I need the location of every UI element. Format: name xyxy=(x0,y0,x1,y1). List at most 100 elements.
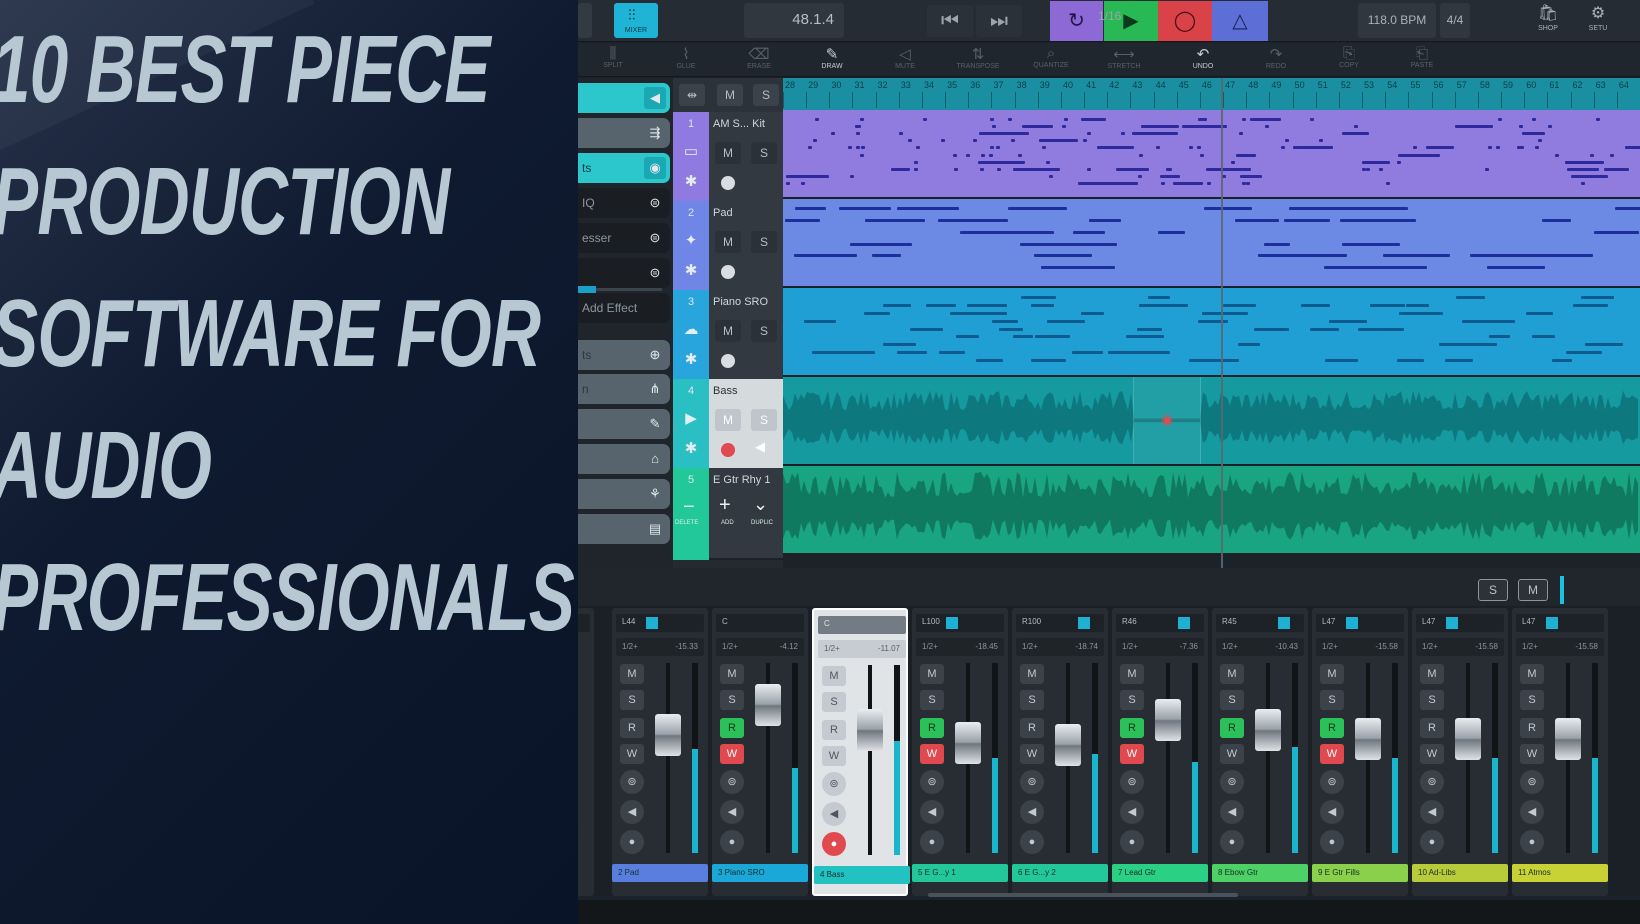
record-arm-icon[interactable]: ● xyxy=(920,830,944,854)
channel-name[interactable]: 2 Pad xyxy=(612,864,708,882)
mixer-solo-button[interactable]: S xyxy=(1478,579,1508,601)
inspector-item[interactable]: ⌂ xyxy=(578,444,670,474)
inspector-item[interactable]: ts ◉ xyxy=(578,153,670,183)
mute-button[interactable]: M xyxy=(715,320,741,342)
strip-mute-button[interactable]: M xyxy=(1420,664,1444,684)
write-automation-button[interactable]: W xyxy=(1220,744,1244,764)
channel-name[interactable]: 10 Ad-Libs xyxy=(1412,864,1508,882)
strip-mute-button[interactable]: M xyxy=(920,664,944,684)
read-automation-button[interactable]: R xyxy=(720,718,744,738)
monitor-icon[interactable]: ⊚ xyxy=(920,770,944,794)
track-lane[interactable] xyxy=(783,199,1640,288)
pan-control[interactable]: L100 xyxy=(916,614,1004,632)
solo-button[interactable]: S xyxy=(751,409,777,431)
volume-fader[interactable] xyxy=(1455,718,1481,760)
tool-paste[interactable]: ⎗ PASTE xyxy=(1397,45,1447,69)
forward-button[interactable]: ⏭ xyxy=(976,5,1022,37)
mixer-button[interactable]: ⫶⫶ MIXER xyxy=(614,3,658,38)
browse-button[interactable] xyxy=(578,3,592,38)
mute-button[interactable]: M xyxy=(715,231,741,253)
inspector-icon[interactable]: ⊜ xyxy=(644,227,666,249)
tempo-display[interactable]: 118.0 BPM xyxy=(1358,3,1436,38)
loop-button[interactable]: ↻ xyxy=(1050,1,1103,41)
record-button[interactable]: ◯ xyxy=(1158,1,1212,41)
write-automation-button[interactable]: W xyxy=(720,744,744,764)
strip-mute-button[interactable]: M xyxy=(1020,664,1044,684)
volume-fader[interactable] xyxy=(1055,723,1081,766)
monitor-icon[interactable]: ⊚ xyxy=(1120,770,1144,794)
tool-transpose[interactable]: ⇅ TRANSPOSE xyxy=(953,45,1003,70)
read-automation-button[interactable]: R xyxy=(1120,718,1144,738)
channel-name[interactable]: 7 Lead Gtr xyxy=(1112,864,1208,882)
inspector-icon[interactable]: ◉ xyxy=(644,157,666,179)
write-automation-button[interactable]: W xyxy=(620,744,644,764)
delete-track-button[interactable]: − xyxy=(683,496,695,519)
record-arm-button[interactable] xyxy=(721,176,735,190)
track-header[interactable]: 4 Bass ▶ ✱ M S ◀ xyxy=(673,379,783,471)
speaker-icon[interactable]: ◀ xyxy=(720,800,744,824)
strip-solo-button[interactable]: S xyxy=(822,692,846,712)
fold-icon[interactable]: ⇹ xyxy=(679,84,705,106)
volume-fader[interactable] xyxy=(955,721,981,764)
strip-solo-button[interactable]: S xyxy=(620,690,644,710)
speaker-icon[interactable]: ◀ xyxy=(1120,800,1144,824)
track-header[interactable]: 2 Pad ✦ ✱ M S xyxy=(673,201,783,293)
channel-name[interactable]: 3 Piano SRO xyxy=(712,864,808,882)
monitor-icon[interactable]: ⊚ xyxy=(720,770,744,794)
read-automation-button[interactable]: R xyxy=(1420,718,1444,738)
volume-fader[interactable] xyxy=(655,714,681,757)
track-header[interactable]: 3 Piano SRO ☁ ✱ M S xyxy=(673,290,783,382)
input-output-display[interactable]: 1/2+ -18.45 xyxy=(916,638,1004,656)
write-automation-button[interactable]: W xyxy=(920,744,944,764)
volume-fader[interactable] xyxy=(1555,718,1581,760)
strip-mute-button[interactable]: M xyxy=(1220,664,1244,684)
record-arm-icon[interactable]: ● xyxy=(720,830,744,854)
monitor-icon[interactable]: ⊚ xyxy=(1520,770,1544,794)
inspector-icon[interactable]: ⊕ xyxy=(644,344,666,366)
write-automation-button[interactable]: W xyxy=(1420,744,1444,764)
input-output-display[interactable]: 1/2+ -11.07 xyxy=(818,640,906,658)
tool-glue[interactable]: ⌇ GLUE xyxy=(661,45,711,70)
mute-button[interactable]: M xyxy=(715,409,741,431)
strip-solo-button[interactable]: S xyxy=(720,690,744,710)
track-lane[interactable]: ◉ xyxy=(783,377,1640,466)
speaker-icon[interactable]: ◀ xyxy=(1420,800,1444,824)
timeline-ruler[interactable]: 28 29 30 31 32 33 34 35 36 37 38 39 40 41 42 43 44 45 46 47… xyxy=(783,78,1640,110)
track-lane[interactable] xyxy=(783,466,1640,555)
channel-name[interactable]: 8 Ebow Gtr xyxy=(1212,864,1308,882)
monitor-icon[interactable]: ⊚ xyxy=(1320,770,1344,794)
pan-control[interactable]: L44 xyxy=(616,614,704,632)
inspector-item[interactable]: ts ⊕ xyxy=(578,340,670,370)
speaker-icon[interactable]: ◀ xyxy=(920,800,944,824)
input-output-display[interactable]: 1/2+ -4.12 xyxy=(716,638,804,656)
write-automation-button[interactable]: W xyxy=(822,746,846,766)
pan-control[interactable]: R46 xyxy=(1116,614,1204,632)
global-mute-button[interactable]: M xyxy=(717,84,743,106)
solo-button[interactable]: S xyxy=(751,231,777,253)
strip-solo-button[interactable]: S xyxy=(1220,690,1244,710)
inspector-icon[interactable]: ◀ xyxy=(644,87,666,109)
inspector-item[interactable]: IQ ⊜ xyxy=(578,188,670,218)
tool-quantize[interactable]: ⌕ QUANTIZE xyxy=(1026,45,1076,69)
record-arm-button[interactable] xyxy=(721,443,735,457)
record-arm-icon[interactable]: ● xyxy=(1220,830,1244,854)
track-header[interactable]: 5 E Gtr Rhy 1 − + ⌄ DELETE ADD DUPLIC xyxy=(673,468,783,560)
record-arm-icon[interactable]: ● xyxy=(1420,830,1444,854)
read-automation-button[interactable]: R xyxy=(1320,718,1344,738)
record-arm-icon[interactable]: ● xyxy=(822,832,846,856)
track-lane[interactable] xyxy=(783,288,1640,377)
freeze-icon[interactable]: ✱ xyxy=(673,439,709,457)
mixer-strip[interactable]: L44 1/2+ -15.33 M S R W ⊚ ◀ ● 2 Pad xyxy=(612,608,708,896)
monitor-icon[interactable]: ⊚ xyxy=(1020,770,1044,794)
input-output-display[interactable]: 1/2+ -15.58 xyxy=(1316,638,1404,656)
inspector-icon[interactable]: ⊜ xyxy=(644,262,666,284)
strip-mute-button[interactable]: M xyxy=(1520,664,1544,684)
volume-fader[interactable] xyxy=(1155,699,1181,741)
metronome-button[interactable]: △ xyxy=(1212,1,1268,41)
monitor-icon[interactable]: ⊚ xyxy=(1220,770,1244,794)
inspector-item[interactable]: ⇶ xyxy=(578,118,670,148)
track-lane[interactable] xyxy=(783,110,1640,199)
global-solo-button[interactable]: S xyxy=(753,84,779,106)
strip-mute-button[interactable]: M xyxy=(822,666,846,686)
tool-copy[interactable]: ⎘ COPY xyxy=(1324,45,1374,69)
